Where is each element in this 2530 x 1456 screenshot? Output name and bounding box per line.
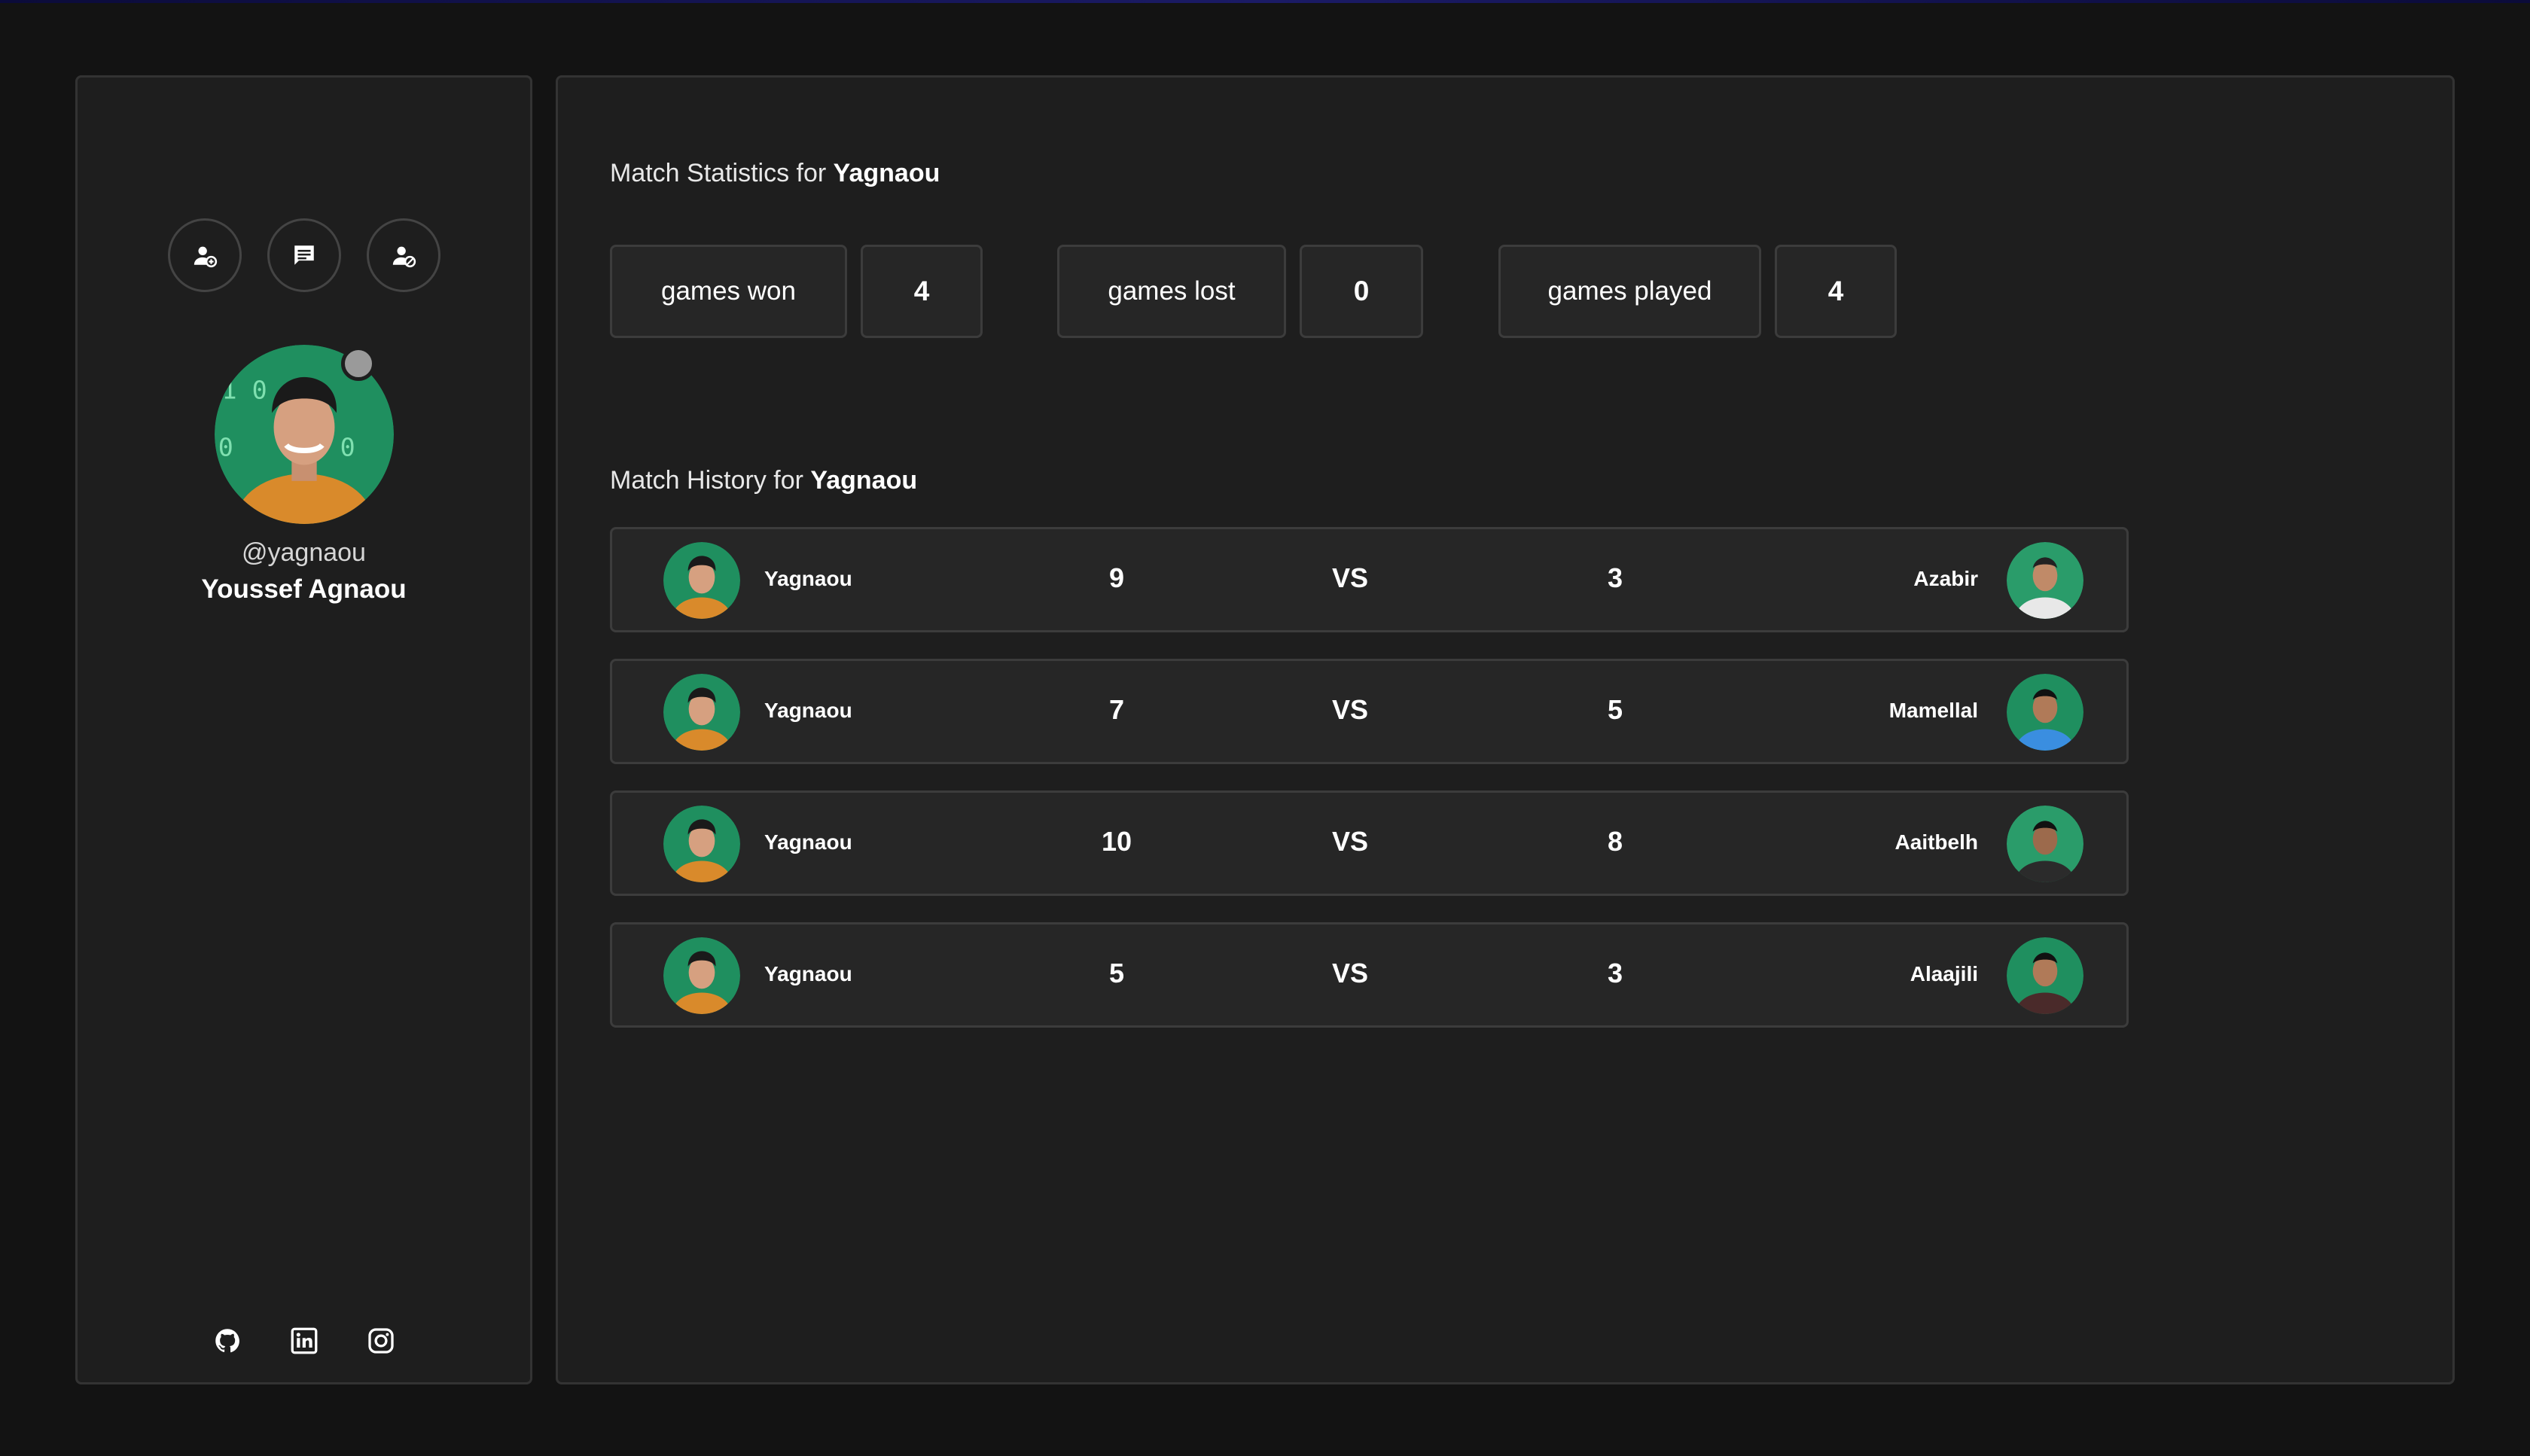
stats-title: Match Statistics for Yagnaou	[610, 159, 940, 188]
social-links	[78, 1327, 530, 1354]
games-lost-value: 0	[1300, 245, 1423, 338]
svg-text:1 0: 1 0	[222, 375, 267, 404]
history-title-user: Yagnaou	[810, 466, 918, 495]
match-row[interactable]: Yagnaou 10 VS 8 Aaitbelh	[610, 790, 2129, 896]
player-avatar	[663, 806, 740, 882]
opponent-name: Azabir	[1913, 567, 1978, 590]
player-avatar	[663, 937, 740, 1014]
block-user-icon	[392, 246, 416, 268]
vs-label: VS	[1331, 958, 1369, 988]
games-won-label: games won	[610, 245, 847, 338]
opponent-avatar	[2007, 806, 2083, 882]
player-name: Yagnaou	[764, 699, 852, 722]
player-name: Yagnaou	[764, 830, 852, 854]
games-won-value: 4	[861, 245, 983, 338]
top-accent-line	[0, 0, 2530, 3]
linkedin-icon	[291, 1327, 317, 1354]
instagram-link[interactable]	[367, 1327, 395, 1354]
games-played-value: 4	[1775, 245, 1897, 338]
message-icon	[294, 245, 314, 265]
player-score: 10	[1101, 826, 1132, 857]
stats-title-prefix: Match Statistics for	[610, 159, 827, 187]
github-icon	[215, 1329, 239, 1353]
add-friend-button[interactable]	[167, 218, 242, 292]
opponent-avatar	[2007, 674, 2083, 751]
stats-title-user: Yagnaou	[833, 159, 940, 187]
add-friend-icon	[194, 246, 217, 268]
player-name: Yagnaou	[764, 567, 852, 590]
block-user-button[interactable]	[366, 218, 440, 292]
opponent-name: Mamellal	[1888, 699, 1978, 722]
history-title: Match History for Yagnaou	[610, 466, 917, 495]
status-indicator	[341, 346, 376, 381]
games-lost-label: games lost	[1057, 245, 1286, 338]
opponent-name: Aaitbelh	[1894, 830, 1978, 854]
instagram-icon	[367, 1328, 394, 1354]
opponent-score: 5	[1607, 694, 1623, 725]
profile-handle: @yagnaou	[242, 538, 366, 567]
opponent-score: 3	[1607, 958, 1623, 988]
opponent-avatar	[2007, 937, 2083, 1014]
match-row[interactable]: Yagnaou 7 VS 5 Mamellal	[610, 659, 2129, 764]
svg-text:0: 0	[218, 433, 233, 462]
player-name: Yagnaou	[764, 962, 852, 985]
vs-label: VS	[1331, 694, 1369, 725]
github-link[interactable]	[214, 1327, 241, 1354]
player-score: 9	[1108, 562, 1125, 593]
history-title-prefix: Match History for	[610, 466, 803, 495]
profile-actions	[78, 218, 530, 292]
profile-sidebar: 1 0 0 0 @yagnaou Youssef Agnaou	[75, 75, 532, 1384]
opponent-avatar	[2007, 542, 2083, 619]
player-score: 5	[1108, 958, 1125, 988]
svg-text:0: 0	[340, 433, 355, 462]
player-avatar	[663, 542, 740, 619]
player-avatar	[663, 674, 740, 751]
message-button[interactable]	[267, 218, 341, 292]
games-played-label: games played	[1498, 245, 1761, 338]
vs-label: VS	[1331, 826, 1369, 857]
match-row[interactable]: Yagnaou 9 VS 3 Azabir	[610, 527, 2129, 632]
opponent-score: 3	[1607, 562, 1623, 593]
opponent-score: 8	[1607, 826, 1623, 857]
linkedin-link[interactable]	[291, 1327, 318, 1354]
match-row[interactable]: Yagnaou 5 VS 3 Alaajili	[610, 922, 2129, 1028]
player-score: 7	[1108, 694, 1125, 725]
profile-full-name: Youssef Agnaou	[201, 574, 407, 604]
opponent-name: Alaajili	[1910, 962, 1978, 985]
main-panel: Match Statistics for Yagnaou games won 4…	[556, 75, 2455, 1384]
vs-label: VS	[1331, 562, 1369, 593]
